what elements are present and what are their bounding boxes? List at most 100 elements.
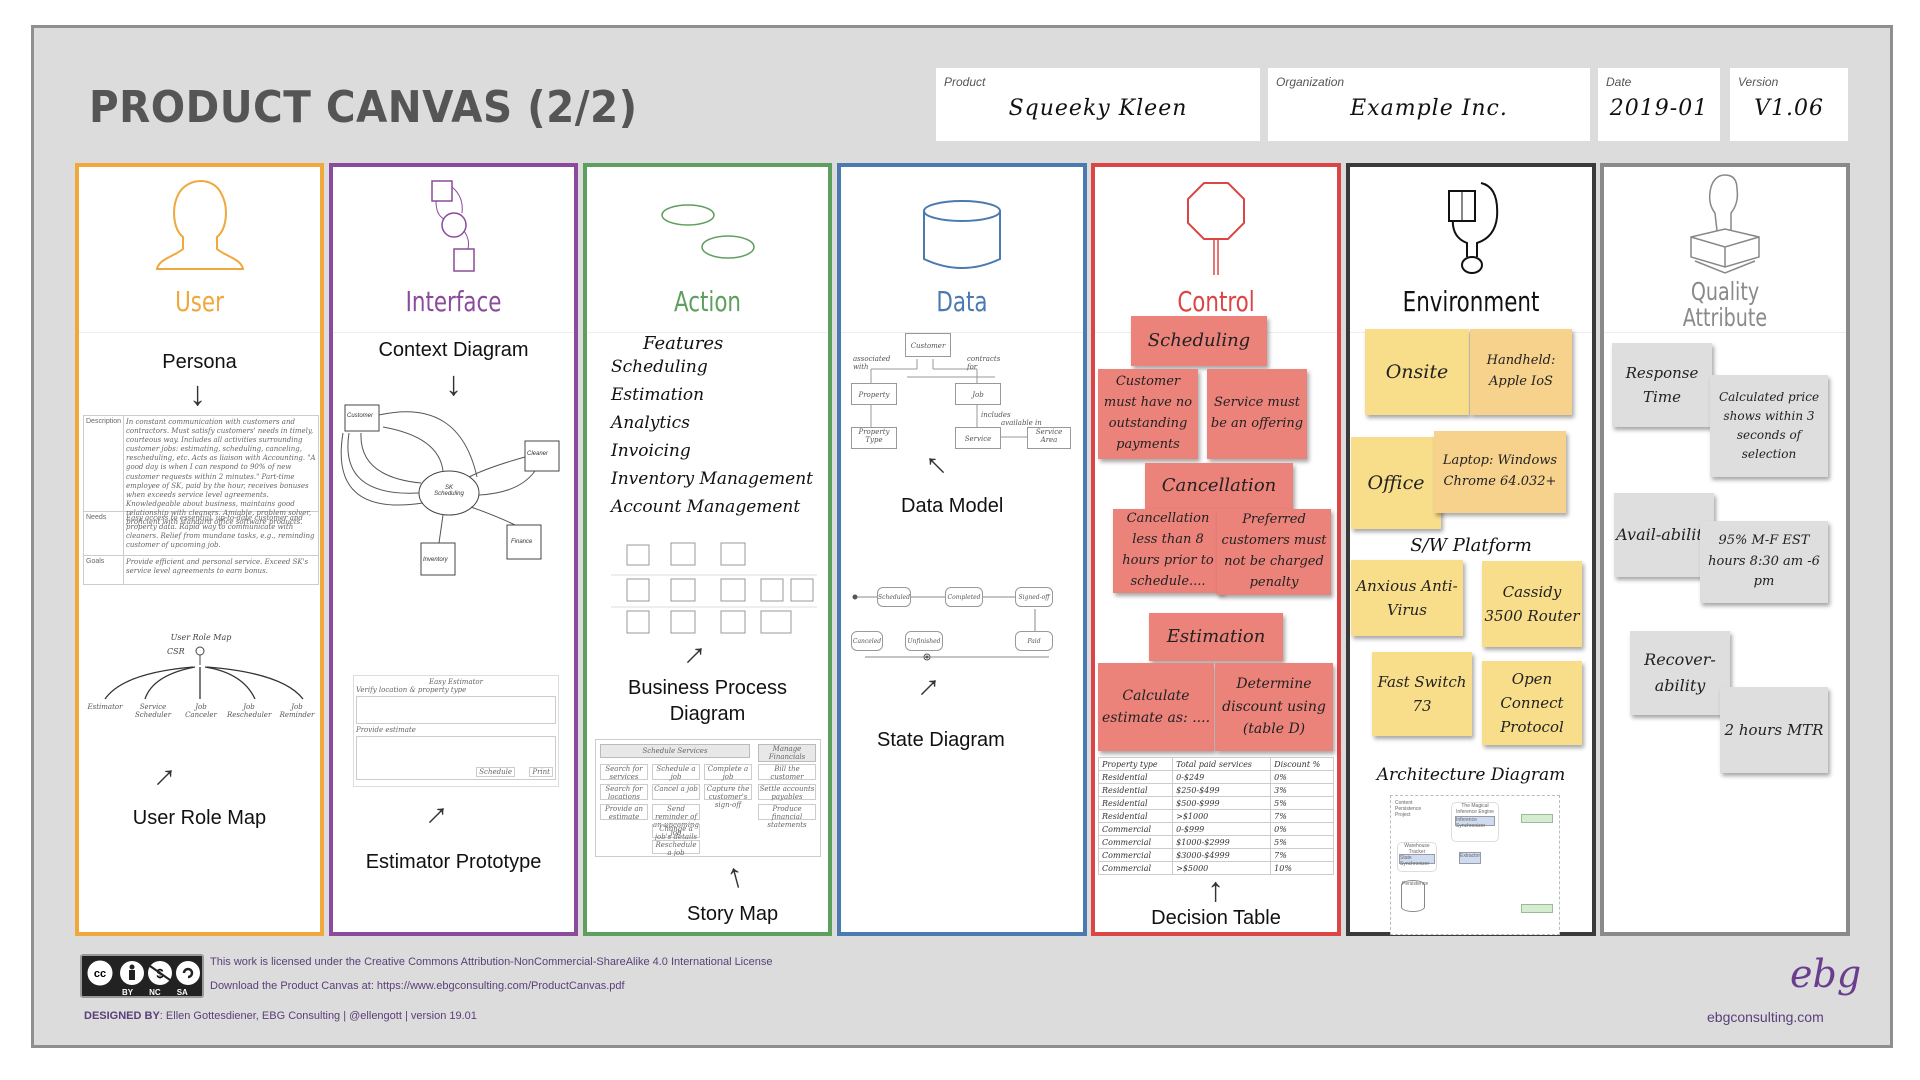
- organization-label: Organization: [1276, 75, 1345, 89]
- arch-node: Inference Synchronizer: [1455, 816, 1495, 829]
- cc-license-badge[interactable]: cc $ BY NC SA: [80, 954, 204, 998]
- sticky-sw[interactable]: Anxious Anti-Virus: [1351, 560, 1463, 636]
- persona-row: Description In constant communication wi…: [84, 416, 318, 527]
- entity-cleaner: Cleaner: [527, 451, 549, 457]
- sticky-quality-name[interactable]: Avail-ability: [1614, 493, 1714, 577]
- persona-value: Easy access to essential, up-to-date cus…: [126, 514, 315, 550]
- decision-table-cell: Residential: [1097, 783, 1174, 797]
- schedule-button[interactable]: Schedule: [476, 767, 515, 777]
- prototype-title: Easy Estimator: [429, 678, 483, 686]
- story-card: Change a job's details: [652, 824, 700, 841]
- data-model: Customer Property Job Property Type Serv…: [851, 327, 1081, 452]
- story-card: Provide an estimate: [600, 804, 648, 821]
- sticky-sw[interactable]: Open Connect Protocol: [1482, 661, 1582, 745]
- persona-value: In constant communication with customers…: [126, 418, 316, 527]
- entity-property: Property: [851, 383, 897, 405]
- cc-sa: SA: [176, 988, 188, 997]
- arch-node: State Synchronizer: [1399, 854, 1435, 867]
- version-label: Version: [1738, 75, 1779, 89]
- role-map-lines: [104, 646, 304, 700]
- sticky-quality-detail[interactable]: 2 hours MTR: [1720, 687, 1828, 773]
- sticky-sw[interactable]: Fast Switch 73: [1372, 652, 1472, 736]
- organization-field[interactable]: Organization Example Inc.: [1268, 68, 1590, 141]
- decision-table-cell: $1000-$2999: [1172, 835, 1272, 849]
- story-card: Send reminder of an upcoming job: [652, 804, 700, 837]
- decision-table-cell: 0-$249: [1172, 770, 1272, 784]
- data-title: Data: [936, 285, 988, 318]
- version-field[interactable]: Version V1.06: [1730, 68, 1848, 141]
- sticky-laptop[interactable]: Laptop: Windows Chrome 64.032+: [1434, 431, 1566, 513]
- user-title: User: [175, 285, 224, 318]
- decision-table-row: Residential $500-$999 5%: [1097, 796, 1334, 810]
- column-environment: Environment Onsite Handheld: Apple IoS O…: [1346, 163, 1596, 936]
- product-label: Product: [944, 75, 986, 89]
- persona-key: Description: [84, 416, 124, 511]
- column-header: Property type: [1097, 757, 1174, 771]
- sw-platform-title: S/W Platform: [1410, 535, 1532, 556]
- separator: [79, 332, 320, 333]
- prototype-section-2: Provide estimate: [356, 726, 416, 734]
- state-scheduled: Scheduled: [877, 587, 911, 607]
- state-paid: Paid: [1015, 631, 1053, 651]
- feature-item: Analytics: [611, 413, 690, 433]
- sticky-quality-name[interactable]: Recover-ability: [1630, 631, 1730, 715]
- decision-table-cell: Commercial: [1097, 822, 1174, 836]
- designed-by-text: : Ellen Gottesdiener, EBG Consulting | @…: [159, 1010, 477, 1022]
- sticky-rule[interactable]: Calculate estimate as: ....: [1098, 663, 1214, 751]
- role-job-rescheduler: Job Rescheduler: [227, 703, 272, 719]
- role-job-canceler: Job Canceler: [185, 703, 217, 719]
- organization-value: Example Inc.: [1350, 96, 1508, 121]
- sticky-rule[interactable]: Determine discount using (table D): [1215, 663, 1333, 751]
- sticky-sw[interactable]: Cassidy 3500 Router: [1482, 561, 1582, 647]
- date-field[interactable]: Date 2019-01: [1598, 68, 1720, 141]
- entity-finance: Finance: [511, 539, 533, 545]
- role-map-title: User Role Map: [170, 633, 232, 642]
- environment-title: Environment: [1402, 285, 1540, 318]
- cc-icons: cc $: [86, 959, 200, 987]
- feature-item: Inventory Management: [611, 469, 814, 489]
- column-action: Action Features Scheduling Estimation An…: [583, 163, 832, 936]
- sticky-rule[interactable]: Customer must have no outstanding paymen…: [1098, 369, 1198, 459]
- arch-api: [1521, 904, 1553, 913]
- persona-label: Persona: [162, 351, 237, 373]
- sticky-quality-detail[interactable]: Calculated price shows within 3 seconds …: [1710, 375, 1828, 477]
- entity-service: Service: [955, 427, 1001, 449]
- interface-title: Interface: [405, 285, 502, 318]
- ebg-site-link[interactable]: ebgconsulting.com: [1707, 1009, 1824, 1025]
- decision-table-label: Decision Table: [1151, 907, 1281, 929]
- column-interface: Interface Context Diagram ↓ Customer Cle…: [329, 163, 578, 936]
- quality-title-line1: Quality: [1690, 277, 1760, 306]
- story-card: Schedule a job: [652, 764, 700, 781]
- context-diagram-label: Context Diagram: [378, 339, 529, 361]
- stop-sign-icon: [1095, 167, 1337, 277]
- decision-table-cell: 7%: [1270, 809, 1334, 823]
- print-button[interactable]: Print: [529, 767, 553, 777]
- sticky-scheduling[interactable]: Scheduling: [1131, 316, 1267, 366]
- decision-table-row: Commercial $3000-$4999 7%: [1097, 848, 1334, 862]
- sticky-onsite[interactable]: Onsite: [1365, 329, 1469, 415]
- sticky-office[interactable]: Office: [1351, 437, 1441, 529]
- sticky-rule[interactable]: Service must be an offering: [1207, 369, 1307, 459]
- arch-api: [1521, 814, 1553, 823]
- feature-item: Scheduling: [611, 357, 708, 377]
- download-link[interactable]: Download the Product Canvas at: https://…: [210, 980, 625, 992]
- story-card: Bill the customer: [758, 764, 816, 781]
- product-field[interactable]: Product Squeeky Kleen: [936, 68, 1260, 141]
- page-title: PRODUCT CANVAS (2/2): [89, 82, 638, 133]
- license-link[interactable]: This work is licensed under the Creative…: [210, 956, 772, 968]
- decision-table-cell: Commercial: [1097, 835, 1174, 849]
- sticky-quality-detail[interactable]: 95% M-F EST hours 8:30 am -6 pm: [1700, 521, 1828, 603]
- sticky-handheld[interactable]: Handheld: Apple IoS: [1470, 329, 1572, 415]
- decision-table-cell: Residential: [1097, 796, 1174, 810]
- prototype-form-2: Schedule Print: [356, 736, 556, 780]
- arrow-down-icon: ↓: [189, 375, 206, 413]
- prototype-section-1: Verify location & property type: [356, 686, 467, 694]
- sticky-rule[interactable]: Preferred customers must not be charged …: [1217, 509, 1331, 595]
- sticky-estimation[interactable]: Estimation: [1149, 613, 1283, 661]
- sticky-cancellation[interactable]: Cancellation: [1145, 463, 1293, 509]
- decision-table-row: Residential 0-$249 0%: [1097, 770, 1334, 784]
- sticky-quality-name[interactable]: Response Time: [1612, 343, 1712, 427]
- story-card: Capture the customer's sign-off: [704, 784, 752, 809]
- persona-row: Goals Provide efficient and personal ser…: [84, 556, 318, 584]
- sticky-rule[interactable]: Cancellation less than 8 hours prior to …: [1113, 509, 1223, 593]
